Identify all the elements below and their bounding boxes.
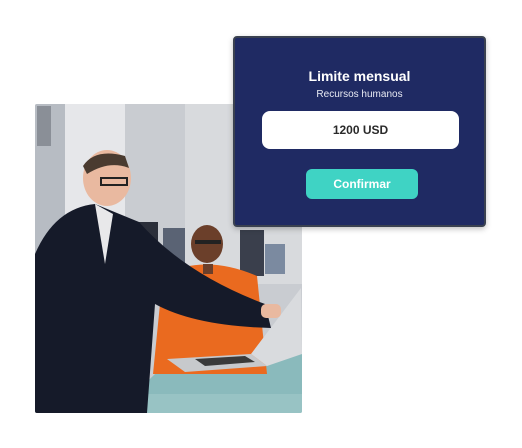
amount-field[interactable]: 1200 USD [262,111,459,149]
amount-value: 1200 USD [332,123,389,137]
monthly-limit-card: Limite mensual Recursos humanos 1200 USD… [233,36,486,227]
card-title: Limite mensual [308,68,411,84]
card-subtitle: Recursos humanos [316,89,403,100]
confirm-button[interactable]: Confirmar [306,169,418,199]
